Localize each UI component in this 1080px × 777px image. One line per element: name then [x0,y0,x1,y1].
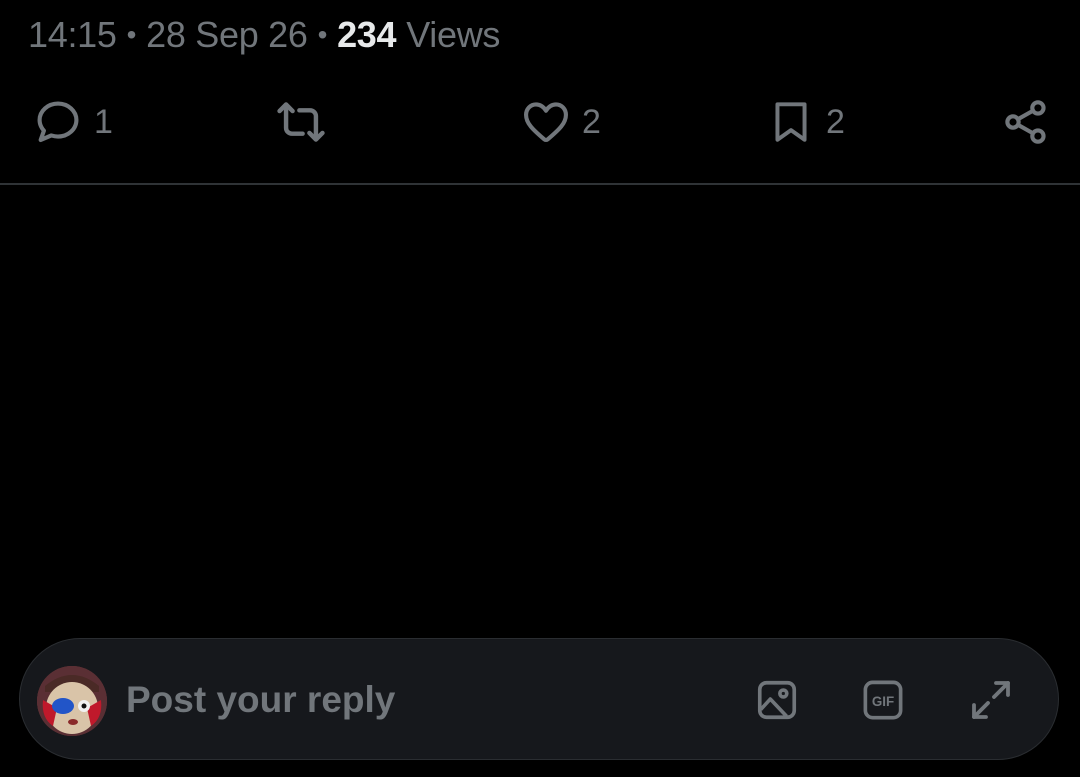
share-button[interactable] [1000,90,1052,154]
post-date[interactable]: 28 Sep 26 [146,14,308,56]
expand-icon [967,676,1015,729]
reply-input[interactable] [126,675,686,725]
expand-composer-button[interactable] [964,675,1018,729]
reply-button[interactable]: 1 [32,90,113,154]
repost-button[interactable] [273,90,329,154]
like-button[interactable]: 2 [520,90,601,154]
reply-composer: GIF [19,638,1059,760]
like-count: 2 [582,102,601,141]
meta-separator: • [317,19,328,50]
heart-icon [520,96,572,148]
gif-label: GIF [872,693,894,708]
reply-icon [32,96,84,148]
views-count[interactable]: 234 [337,14,396,56]
views-label[interactable]: Views [406,14,500,56]
post-action-bar: 1 2 2 [0,90,1080,154]
meta-separator: • [126,19,137,50]
bookmark-icon [766,97,816,147]
post-time[interactable]: 14:15 [28,14,117,56]
bookmark-count: 2 [826,102,845,141]
divider [0,183,1080,185]
user-avatar[interactable] [37,666,107,736]
reply-count: 1 [94,102,113,141]
post-meta: 14:15 • 28 Sep 26 • 234 Views [28,10,500,60]
repost-icon [273,94,329,150]
post-detail-page: 14:15 • 28 Sep 26 • 234 Views 1 2 2 Post… [0,0,1080,777]
bookmark-button[interactable]: 2 [766,90,845,154]
share-icon [1000,96,1052,148]
image-icon [754,677,800,728]
add-gif-button[interactable]: GIF [856,675,910,729]
add-image-button[interactable] [750,675,804,729]
gif-icon: GIF [860,677,906,728]
